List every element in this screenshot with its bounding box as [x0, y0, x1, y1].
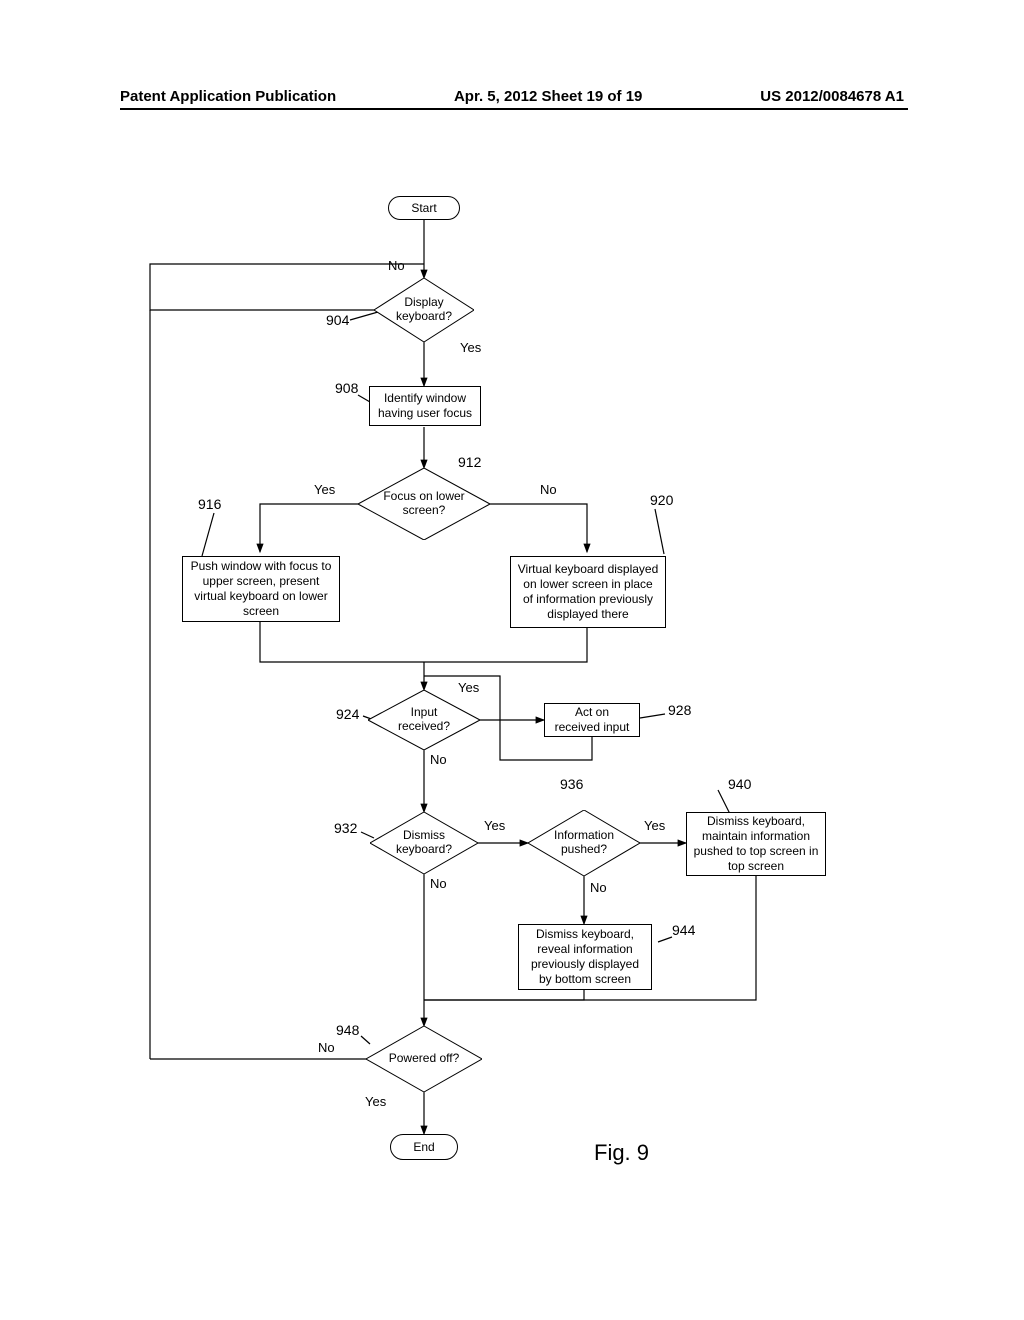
process-944-text: Dismiss keyboard, reveal information pre… [525, 927, 645, 987]
decision-932-text: Dismiss keyboard? [370, 812, 478, 874]
connector-layer [0, 0, 1024, 1320]
decision-information-pushed: Information pushed? [528, 810, 640, 876]
process-push-window: Push window with focus to upper screen, … [182, 556, 340, 622]
ref-936: 936 [560, 776, 583, 792]
label-yes-936: Yes [644, 818, 665, 833]
end-text: End [413, 1140, 434, 1155]
decision-912-text: Focus on lower screen? [358, 468, 490, 540]
start-text: Start [411, 201, 436, 216]
ref-924: 924 [336, 706, 359, 722]
process-908-text: Identify window having user focus [376, 391, 474, 421]
decision-948-text: Powered off? [366, 1026, 482, 1092]
ref-908: 908 [335, 380, 358, 396]
ref-904: 904 [326, 312, 349, 328]
label-yes-948: Yes [365, 1094, 386, 1109]
label-no-936: No [590, 880, 607, 895]
terminator-end: End [390, 1134, 458, 1160]
decision-focus-lower: Focus on lower screen? [358, 468, 490, 540]
process-act-on-input: Act on received input [544, 703, 640, 737]
process-916-text: Push window with focus to upper screen, … [189, 559, 333, 619]
decision-input-received: Input received? [368, 690, 480, 750]
process-identify-window: Identify window having user focus [369, 386, 481, 426]
figure-label: Fig. 9 [594, 1140, 649, 1166]
label-no-924: No [430, 752, 447, 767]
ref-928: 928 [668, 702, 691, 718]
decision-904-text: Display keyboard? [374, 278, 474, 342]
label-no-912: No [540, 482, 557, 497]
terminator-start: Start [388, 196, 460, 220]
flowchart-canvas: Start Display keyboard? Identify window … [0, 0, 1024, 1320]
label-no-932: No [430, 876, 447, 891]
label-yes-924: Yes [458, 680, 479, 695]
process-dismiss-maintain: Dismiss keyboard, maintain information p… [686, 812, 826, 876]
label-yes-912: Yes [314, 482, 335, 497]
label-yes-904: Yes [460, 340, 481, 355]
decision-924-text: Input received? [368, 690, 480, 750]
ref-912: 912 [458, 454, 481, 470]
ref-944: 944 [672, 922, 695, 938]
process-dismiss-reveal: Dismiss keyboard, reveal information pre… [518, 924, 652, 990]
ref-948: 948 [336, 1022, 359, 1038]
process-928-text: Act on received input [551, 705, 633, 735]
process-virtual-keyboard-lower: Virtual keyboard displayed on lower scre… [510, 556, 666, 628]
decision-dismiss-keyboard: Dismiss keyboard? [370, 812, 478, 874]
process-940-text: Dismiss keyboard, maintain information p… [693, 814, 819, 874]
ref-940: 940 [728, 776, 751, 792]
decision-936-text: Information pushed? [528, 810, 640, 876]
label-yes-932: Yes [484, 818, 505, 833]
ref-920: 920 [650, 492, 673, 508]
decision-powered-off: Powered off? [366, 1026, 482, 1092]
label-no-948: No [318, 1040, 335, 1055]
label-no-904: No [388, 258, 405, 273]
process-920-text: Virtual keyboard displayed on lower scre… [517, 562, 659, 622]
decision-display-keyboard: Display keyboard? [374, 278, 474, 342]
ref-916: 916 [198, 496, 221, 512]
ref-932: 932 [334, 820, 357, 836]
